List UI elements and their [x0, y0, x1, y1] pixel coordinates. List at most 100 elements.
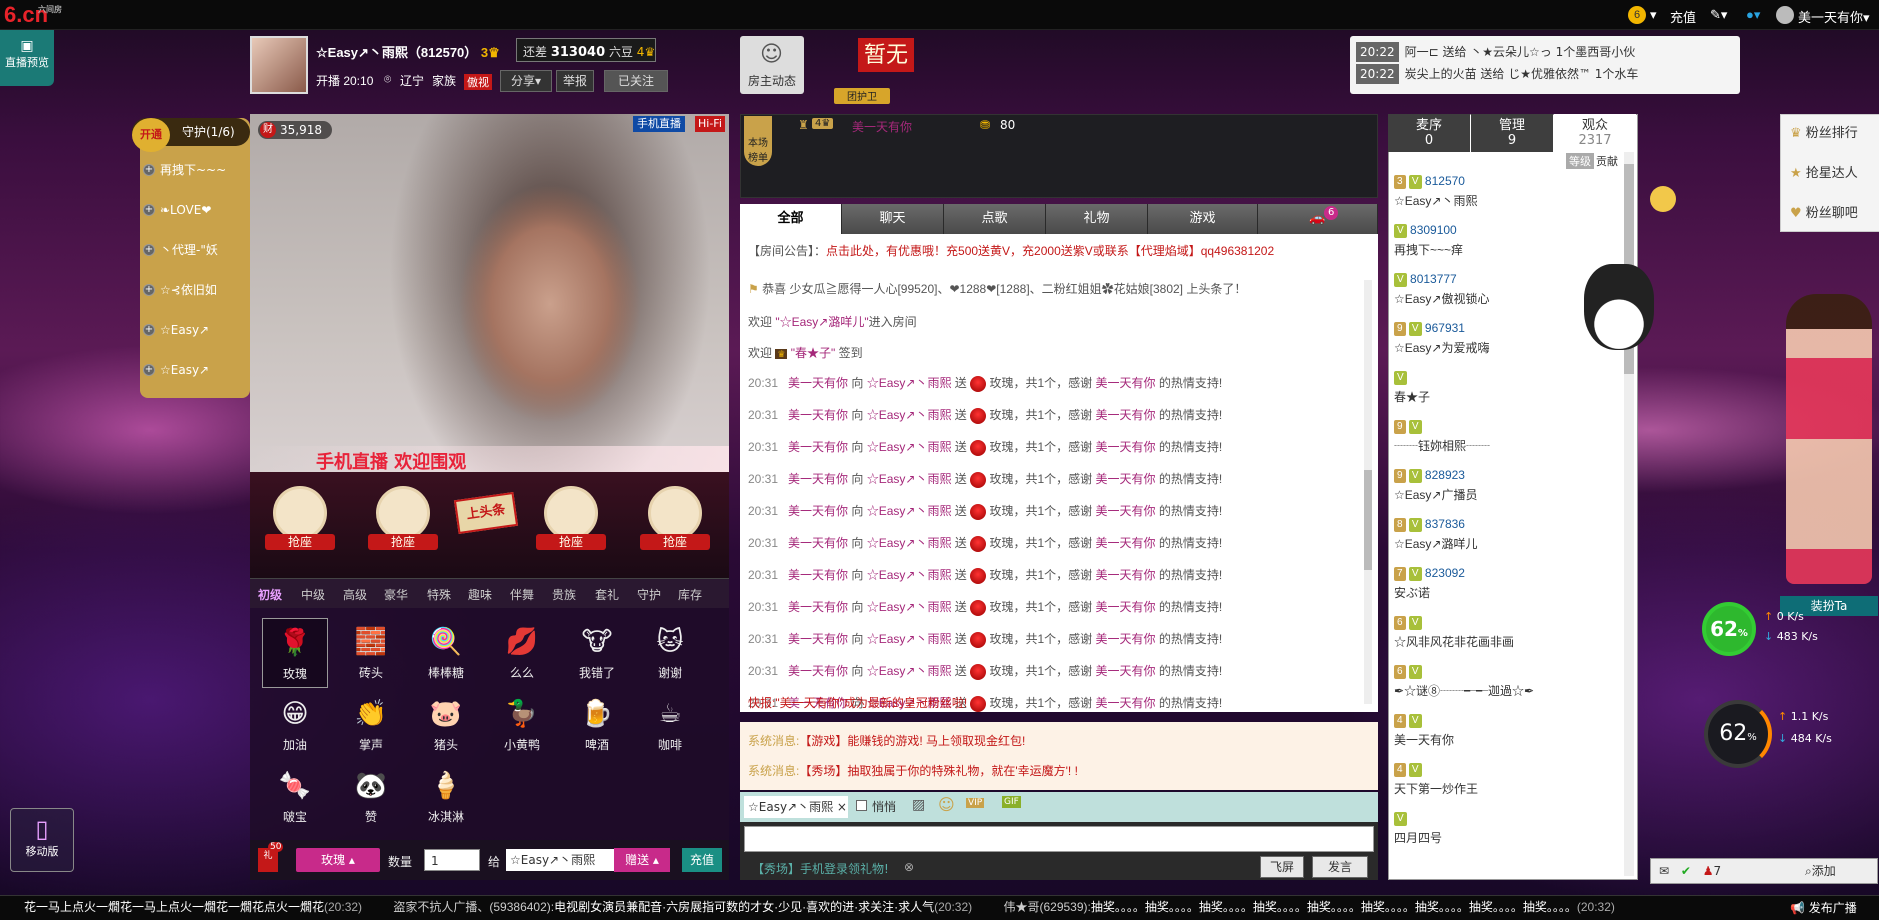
- bulb-icon[interactable]: [1650, 186, 1676, 212]
- emoji-icon[interactable]: ☺: [938, 795, 955, 814]
- audience-user[interactable]: ☆风非风花非花画非画: [1394, 633, 1514, 650]
- guard-item[interactable]: ☆⊰依旧如: [160, 278, 250, 302]
- open-guard-button[interactable]: 开通: [132, 118, 170, 152]
- login-tip[interactable]: 【秀场】手机登录领礼物!: [752, 860, 889, 877]
- aud-tab[interactable]: 麦序 0: [1388, 114, 1470, 152]
- gift-tab[interactable]: 贵族: [552, 586, 576, 603]
- sort-contribution[interactable]: 贡献: [1596, 153, 1618, 169]
- audience-user[interactable]: ☆Easy↗潞咩儿: [1394, 535, 1478, 552]
- chat-recipient[interactable]: ☆Easy↗丶雨熙 ×: [744, 796, 848, 818]
- add-icon[interactable]: +: [143, 164, 155, 176]
- host-feed-button[interactable]: ☺ 房主动态: [740, 36, 804, 94]
- guard-group-label[interactable]: 团护卫: [834, 88, 890, 104]
- gift-tab[interactable]: 豪华: [384, 586, 408, 603]
- family-badge[interactable]: 傲视: [464, 74, 492, 90]
- guard-item[interactable]: ☆Easy↗: [160, 358, 250, 382]
- share-button[interactable]: 分享▾: [500, 70, 552, 92]
- star-rank-link[interactable]: ★ 抢星达人: [1790, 156, 1879, 192]
- coin-icon[interactable]: 6: [1628, 6, 1646, 24]
- gift-item[interactable]: 💋 么么: [489, 618, 555, 688]
- audience-user[interactable]: ┈┈钰妳相熙┈┈: [1394, 437, 1490, 454]
- followed-button[interactable]: 已关注: [604, 70, 668, 92]
- whisper-checkbox[interactable]: [856, 800, 867, 811]
- chat-scrollbar[interactable]: [1364, 280, 1372, 704]
- gift-item[interactable]: 😁 加油: [262, 690, 328, 760]
- avatar-figure[interactable]: [1786, 294, 1872, 584]
- car-tab[interactable]: 🚗 6: [1258, 204, 1378, 234]
- check-icon[interactable]: ✔: [1681, 864, 1691, 878]
- chat-tab[interactable]: 点歌: [944, 204, 1046, 234]
- gift-tab[interactable]: 伴舞: [510, 586, 534, 603]
- image-icon[interactable]: ▨: [912, 797, 925, 813]
- gift-item[interactable]: 🐮 我错了: [564, 618, 630, 688]
- session-rank-tag[interactable]: 本场榜单: [744, 116, 772, 166]
- audience-user[interactable]: ☆Easy↗为爱戒嗨: [1394, 339, 1490, 356]
- mobile-version-button[interactable]: ▯ 移动版: [10, 808, 74, 872]
- gift-item[interactable]: 🌹 玫瑰: [262, 618, 328, 688]
- audience-user[interactable]: 四月四号: [1394, 829, 1442, 846]
- guard-item[interactable]: ❧LOVE❤: [160, 198, 250, 222]
- audience-user[interactable]: ✒☆谜⑧┈┈╾╾迦過☆✒: [1394, 682, 1534, 699]
- gift-tab[interactable]: 趣味: [468, 586, 492, 603]
- gift-tab[interactable]: 高级: [343, 586, 367, 603]
- report-button[interactable]: 举报: [556, 70, 594, 92]
- friends-icon[interactable]: ♟: [1703, 864, 1714, 878]
- aud-tab[interactable]: 管理 9: [1471, 114, 1553, 152]
- gift-tab[interactable]: 守护: [637, 586, 661, 603]
- seat[interactable]: 抢座: [536, 486, 606, 562]
- guard-item[interactable]: ☆Easy↗: [160, 318, 250, 342]
- audience-scrollbar[interactable]: [1624, 152, 1634, 876]
- sort-level[interactable]: 等级: [1566, 153, 1594, 169]
- mail-icon[interactable]: ✉: [1659, 864, 1669, 878]
- gift-item[interactable]: 🍦 冰淇淋: [413, 762, 479, 832]
- dropdown-icon[interactable]: ▾: [1650, 7, 1657, 23]
- search-icon[interactable]: ⌕: [1805, 864, 1812, 878]
- gift-item[interactable]: 🐱 谢谢: [637, 618, 703, 688]
- qq-penguin-icon[interactable]: [1584, 264, 1654, 350]
- gift-item[interactable]: 🦆 小黄鸭: [489, 690, 555, 760]
- site-logo[interactable]: 6.cn 六间房: [4, 2, 62, 28]
- live-preview-button[interactable]: ▣ 直播预览: [0, 30, 54, 86]
- recharge-button[interactable]: 充值: [682, 848, 722, 872]
- gift-item[interactable]: 🍺 啤酒: [564, 690, 630, 760]
- add-icon[interactable]: +: [143, 284, 155, 296]
- status-icon[interactable]: ●▾: [1746, 7, 1760, 23]
- rank-user[interactable]: 美一天有你: [852, 118, 912, 135]
- host-avatar[interactable]: [250, 36, 308, 94]
- guard-item[interactable]: 丶代理-"妖: [160, 238, 250, 262]
- gift-select[interactable]: 玫瑰 ▴: [296, 848, 380, 872]
- gift-tab[interactable]: 初级: [258, 586, 282, 603]
- chat-tab[interactable]: 游戏: [1148, 204, 1258, 234]
- send-button[interactable]: 发言: [1312, 856, 1368, 878]
- audience-user[interactable]: ☆Easy↗广播员: [1394, 486, 1478, 503]
- add-friend[interactable]: 添加: [1812, 864, 1836, 878]
- gift-item[interactable]: 🍬 啵宝: [262, 762, 328, 832]
- system-message[interactable]: 系统消息:【秀场】抽取独属于你的特殊礼物，就在'幸运魔方'! !: [748, 762, 1078, 779]
- gif-icon[interactable]: GIF: [1002, 796, 1021, 808]
- close-icon[interactable]: ⊗: [904, 860, 914, 874]
- audience-user[interactable]: 天下第一炒作王: [1394, 780, 1478, 797]
- publish-broadcast-button[interactable]: 📢 发布广播: [1778, 896, 1878, 920]
- gift-item[interactable]: 🧱 砖头: [338, 618, 404, 688]
- gift-item[interactable]: ☕ 咖啡: [637, 690, 703, 760]
- gift-item[interactable]: 🐼 赞: [338, 762, 404, 832]
- seat[interactable]: 抢座: [368, 486, 438, 562]
- gift-tab[interactable]: 库存: [678, 586, 702, 603]
- chat-tab[interactable]: 聊天: [842, 204, 944, 234]
- guard-item[interactable]: 再拽下~~~: [160, 158, 250, 182]
- broadcast-ticker[interactable]: 花一马上点火一燗花一马上点火一燗花一燗花点火一燗花(20:32) 盗家不抗人广播…: [0, 895, 1879, 920]
- audience-user[interactable]: 再拽下~~~痒: [1394, 241, 1463, 258]
- gift-tab[interactable]: 特殊: [427, 586, 451, 603]
- audience-user[interactable]: 春★子: [1394, 388, 1430, 405]
- username-menu[interactable]: 美一天有你▾: [1798, 7, 1870, 26]
- vip-emoji-icon[interactable]: VIP: [966, 798, 985, 808]
- system-message[interactable]: 系统消息:【游戏】能赚钱的游戏! 马上领取现金红包!: [748, 732, 1025, 749]
- audience-user[interactable]: 美一天有你: [1394, 731, 1454, 748]
- fan-chat-link[interactable]: ♥ 粉丝聊吧: [1790, 196, 1879, 232]
- gift-bag-icon[interactable]: 礼 50: [258, 842, 284, 872]
- fly-screen-button[interactable]: 飞屏: [1260, 856, 1304, 878]
- chat-tab[interactable]: 全部: [740, 204, 842, 234]
- video-player[interactable]: [250, 114, 729, 472]
- top-fan-badge[interactable]: 暂无: [858, 38, 914, 72]
- add-icon[interactable]: +: [143, 364, 155, 376]
